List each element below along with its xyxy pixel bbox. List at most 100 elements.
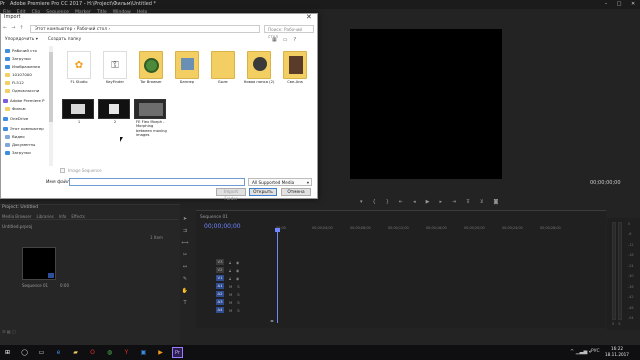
yandex-icon[interactable]: Y — [121, 347, 132, 358]
track-label[interactable]: V2 — [216, 267, 224, 273]
program-timecode[interactable]: 00;00;00;00 — [590, 180, 621, 186]
new-folder-button[interactable]: Создать папку — [48, 37, 81, 45]
lock-icon[interactable]: 🔒︎ — [229, 268, 231, 273]
file-type-select[interactable]: All Supported Media ▾ — [248, 178, 312, 186]
minimize-button[interactable]: – — [605, 0, 608, 9]
nav-scroll-thumb[interactable] — [49, 52, 53, 122]
help-icon[interactable]: ? — [293, 37, 296, 43]
taskbar-clock[interactable]: 16:22 18.11.2017 — [602, 346, 632, 358]
go-to-out-icon[interactable]: ⇥ — [452, 199, 456, 209]
nav-item-this-pc[interactable]: Этот компьютер — [3, 125, 50, 132]
lock-icon[interactable]: 🔒︎ — [229, 276, 231, 281]
organize-button[interactable]: Упорядочить ▾ — [5, 37, 38, 45]
nav-item-documents[interactable]: Документы — [5, 141, 52, 148]
nav-item-downloads[interactable]: Загрузки — [5, 55, 52, 62]
opera-icon[interactable]: O — [87, 347, 98, 358]
nav-item-desktop[interactable]: Рабочий сто — [5, 47, 52, 54]
play-icon[interactable]: ▶ — [426, 199, 430, 209]
nav-item-folder[interactable]: Фильм — [5, 105, 52, 112]
track-a2[interactable]: A2 M S — [200, 290, 276, 298]
import-folder-button[interactable]: Import Folder — [216, 188, 246, 202]
tab-media-browser[interactable]: Media Browser — [2, 213, 32, 219]
dialog-close-button[interactable]: ✕ — [306, 13, 312, 21]
track-v1[interactable]: V1 🔒︎ ◉ — [200, 274, 276, 282]
selection-tool-icon[interactable]: ➤ — [183, 216, 187, 222]
sequence-name[interactable]: Sequence 01 — [22, 283, 48, 288]
track-label[interactable]: A3 — [216, 299, 224, 305]
solo-icon[interactable]: S — [237, 300, 239, 305]
file-tile[interactable]: ⚿ KeyFinder — [100, 51, 130, 93]
forward-arrow-icon[interactable]: → — [11, 25, 15, 31]
nav-item-downloads[interactable]: Загрузки — [5, 149, 52, 156]
tab-info[interactable]: Info — [59, 213, 67, 219]
nav-item-onedrive[interactable]: OneDrive — [3, 115, 50, 122]
premiere-icon[interactable]: Pr — [172, 347, 183, 358]
slip-tool-icon[interactable]: ↔ — [183, 264, 187, 270]
track-label[interactable]: V1 — [216, 275, 224, 281]
hand-tool-icon[interactable]: ✋ — [182, 288, 188, 294]
project-panel-title[interactable]: Project: Untitled — [2, 205, 38, 210]
file-tile[interactable]: Боле — [208, 51, 238, 93]
eye-icon[interactable]: ◉ — [236, 276, 239, 281]
eye-icon[interactable]: ◉ — [236, 268, 239, 273]
new-item-icon[interactable]: ▢ — [12, 329, 16, 334]
file-tile[interactable]: ✿ FL Studio — [64, 51, 94, 93]
track-a3[interactable]: A3 M S — [200, 298, 276, 306]
timeline-zoom-scrollbar[interactable]: ◂▸ — [270, 318, 274, 323]
mark-in-icon[interactable]: { — [373, 199, 376, 209]
icon-view-icon[interactable]: ▦ — [7, 329, 11, 334]
nav-item-folder[interactable]: FL512 — [5, 79, 52, 86]
file-tile[interactable]: Новая папка (2) — [244, 51, 274, 93]
cancel-button[interactable]: Отмена — [281, 188, 311, 196]
mute-icon[interactable]: M — [229, 308, 232, 313]
extract-icon[interactable]: ⊻ — [480, 199, 484, 209]
back-arrow-icon[interactable]: ← — [3, 25, 7, 31]
solo-right-button[interactable]: S — [618, 322, 620, 326]
track-v2[interactable]: V2 🔒︎ ◉ — [200, 266, 276, 274]
open-button[interactable]: Открыть — [249, 188, 277, 196]
solo-icon[interactable]: S — [237, 308, 239, 313]
chrome-icon[interactable]: ◍ — [104, 347, 115, 358]
task-view-icon[interactable]: ▭ — [36, 347, 47, 358]
mute-icon[interactable]: M — [229, 292, 232, 297]
list-view-icon[interactable]: ☰ — [2, 329, 6, 334]
step-forward-icon[interactable]: ▸ — [439, 199, 442, 209]
mute-icon[interactable]: M — [229, 300, 232, 305]
windows-start-icon[interactable]: ⊞ — [2, 347, 13, 358]
file-tile[interactable]: 1 — [62, 99, 94, 141]
file-tile[interactable]: 2 — [98, 99, 130, 141]
store-icon[interactable]: ▣ — [138, 347, 149, 358]
export-frame-icon[interactable]: ◙ — [494, 199, 499, 209]
explorer-icon[interactable]: ▰ — [70, 347, 81, 358]
mute-icon[interactable]: M — [229, 284, 232, 289]
track-label[interactable]: A2 — [216, 291, 224, 297]
nav-item-folder[interactable]: 10107000 — [5, 71, 52, 78]
mark-out-icon[interactable]: } — [386, 199, 389, 209]
track-a1[interactable]: A1 M S — [200, 282, 276, 290]
timeline-ruler[interactable]: 00;00 00;00;04;00 00;00;08;00 00;00;12;0… — [276, 226, 606, 234]
track-label[interactable]: V3 — [216, 259, 224, 265]
track-label[interactable]: A4 — [216, 307, 224, 313]
add-marker-icon[interactable]: ▾ — [360, 199, 363, 209]
tab-effects[interactable]: Effects — [71, 213, 85, 219]
search-input[interactable]: Поиск: Рабочий стол — [264, 25, 314, 39]
timeline-sequence-tab[interactable]: Sequence 01 — [200, 215, 228, 220]
ripple-edit-icon[interactable]: ⟺ — [181, 240, 188, 246]
file-tile[interactable]: Баннер — [172, 51, 202, 93]
maximize-button[interactable]: □ — [617, 0, 622, 9]
type-tool-icon[interactable]: T — [183, 300, 186, 306]
file-tile[interactable]: Све-Ана — [280, 51, 310, 93]
up-arrow-icon[interactable]: ↑ — [19, 25, 23, 31]
playhead-line[interactable] — [277, 229, 278, 323]
preview-pane-icon[interactable]: ▭ — [283, 37, 288, 43]
lift-icon[interactable]: ⊼ — [466, 199, 470, 209]
edge-icon[interactable]: e — [53, 347, 64, 358]
search-icon[interactable]: ◯ — [19, 347, 30, 358]
tab-libraries[interactable]: Libraries — [37, 213, 54, 219]
tray-arrow-icon[interactable]: ^ — [570, 349, 574, 355]
pen-tool-icon[interactable]: ✎ — [183, 276, 187, 282]
solo-icon[interactable]: S — [237, 292, 239, 297]
nav-item-folder[interactable]: Одноклассни — [5, 87, 52, 94]
track-a4[interactable]: A4 M S — [200, 306, 276, 314]
language-indicator[interactable]: РУС — [591, 349, 600, 354]
